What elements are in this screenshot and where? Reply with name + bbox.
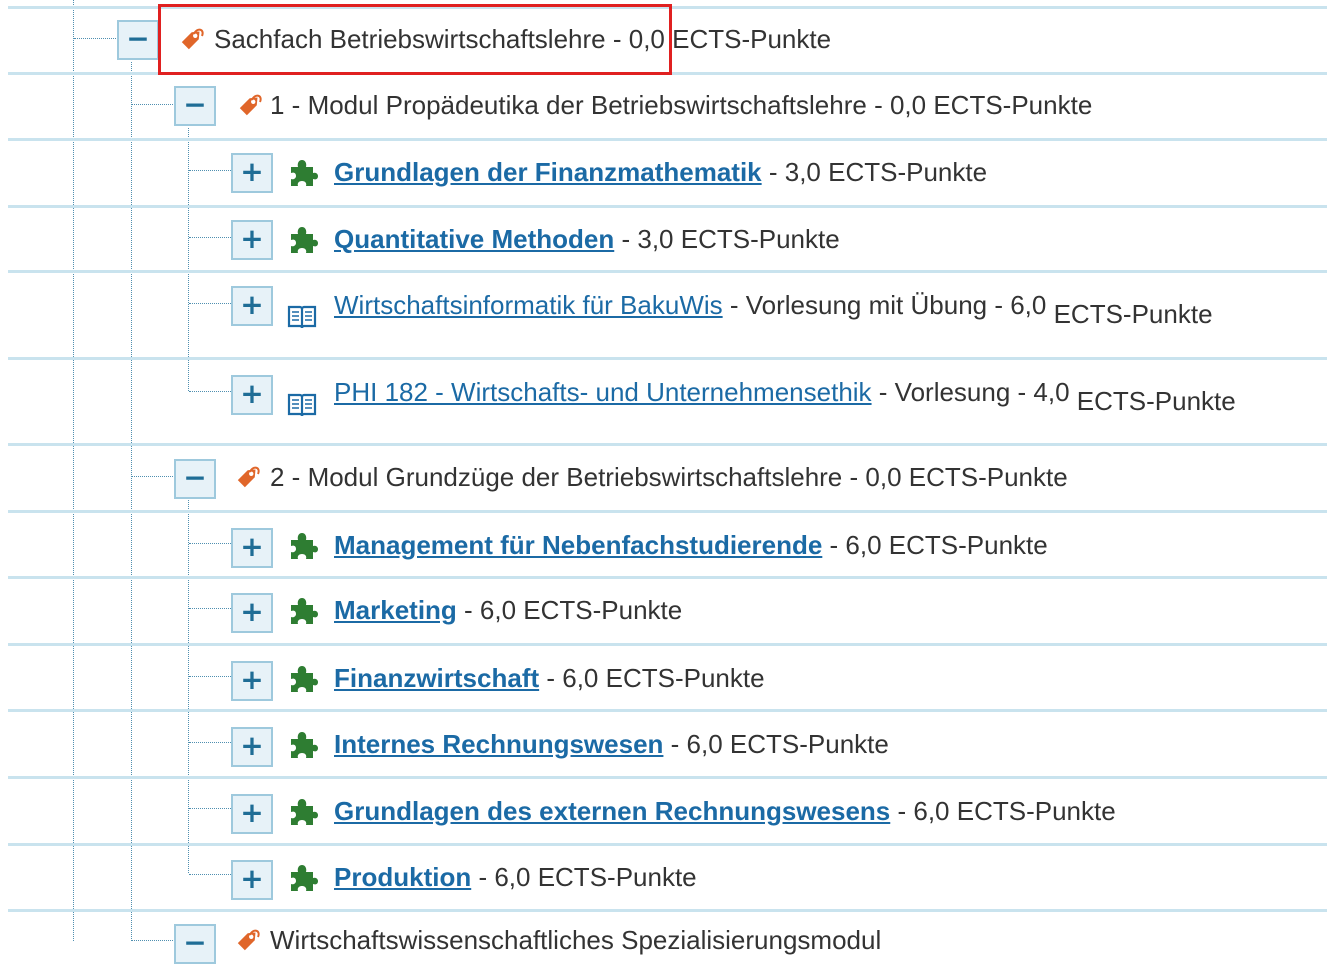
tree-connector <box>132 104 175 105</box>
course-credits: - 6,0 ECTS-Punkte <box>471 862 697 892</box>
expand-button[interactable]: + <box>231 661 273 701</box>
row-separator <box>8 443 1327 446</box>
puzzle-piece-icon <box>291 799 318 825</box>
open-book-icon <box>287 393 317 417</box>
expand-button[interactable]: + <box>231 528 273 568</box>
course-link[interactable]: Wirtschaftsinformatik für BakuWis <box>334 290 723 320</box>
expand-button[interactable]: + <box>231 593 273 633</box>
course-link[interactable]: Grundlagen der Finanzmathematik <box>334 157 762 187</box>
expand-button[interactable]: + <box>231 153 273 193</box>
course-link[interactable]: PHI 182 - Wirtschafts- und Unternehmense… <box>334 377 872 407</box>
course-credits: - 6,0 ECTS-Punkte <box>663 729 889 759</box>
course-link[interactable]: Marketing <box>334 595 457 625</box>
collapse-button[interactable]: − <box>117 20 159 60</box>
collapse-button[interactable]: − <box>174 924 216 964</box>
node-credits: - 0,0 ECTS-Punkte <box>842 462 1068 492</box>
course-credits: - Vorlesung - 4,0 <box>871 377 1070 407</box>
tree-connector <box>189 608 231 609</box>
row-separator <box>8 909 1327 912</box>
tree-node-course: PHI 182 - Wirtschafts- und Unternehmense… <box>334 376 1236 416</box>
row-separator <box>8 709 1327 712</box>
tree-node-course: Marketing - 6,0 ECTS-Punkte <box>334 594 682 626</box>
tree-line-module1 <box>188 128 189 391</box>
puzzle-piece-icon <box>291 227 318 253</box>
collapse-button[interactable]: − <box>174 459 216 499</box>
expand-button[interactable]: + <box>231 286 273 326</box>
puzzle-piece-icon <box>291 865 318 891</box>
tag-icon <box>237 466 260 488</box>
tree-node-course: Produktion - 6,0 ECTS-Punkte <box>334 861 697 893</box>
course-link[interactable]: Grundlagen des externen Rechnungswesens <box>334 796 890 826</box>
row-separator <box>8 643 1327 646</box>
tree-node-module-2: 2 - Modul Grundzüge der Betriebswirtscha… <box>270 461 1068 493</box>
tree-node-course: Quantitative Methoden - 3,0 ECTS-Punkte <box>334 223 840 255</box>
node-label: 1 - Modul Propädeutika der Betriebswirts… <box>270 90 867 120</box>
tree-connector <box>189 808 231 809</box>
row-separator <box>8 138 1327 141</box>
row-separator <box>8 357 1327 360</box>
puzzle-piece-icon <box>291 533 318 559</box>
expand-button[interactable]: + <box>231 794 273 834</box>
collapse-button[interactable]: − <box>174 86 216 126</box>
puzzle-piece-icon <box>291 732 318 758</box>
tree-node-course: Internes Rechnungswesen - 6,0 ECTS-Punkt… <box>334 728 889 760</box>
course-credits: - 6,0 ECTS-Punkte <box>822 530 1048 560</box>
tree-line-level1 <box>131 62 132 941</box>
puzzle-piece-icon <box>291 598 318 624</box>
tree-connector <box>189 874 231 875</box>
puzzle-piece-icon <box>291 666 318 692</box>
tree-connector <box>132 476 175 477</box>
row-separator <box>8 270 1327 273</box>
expand-button[interactable]: + <box>231 727 273 767</box>
tag-icon <box>239 94 262 116</box>
tree-connector <box>189 391 231 392</box>
tree-connector <box>189 676 231 677</box>
course-credits: - Vorlesung mit Übung - 6,0 <box>722 290 1047 320</box>
row-separator <box>8 205 1327 208</box>
tree-line-module2 <box>188 500 189 873</box>
course-credits: - 3,0 ECTS-Punkte <box>614 224 840 254</box>
puzzle-piece-icon <box>291 160 318 186</box>
course-credits: - 6,0 ECTS-Punkte <box>890 796 1116 826</box>
tree-node-course: Grundlagen der Finanzmathematik - 3,0 EC… <box>334 156 987 188</box>
node-credits: - 0,0 ECTS-Punkte <box>866 90 1093 120</box>
course-link[interactable]: Finanzwirtschaft <box>334 663 539 693</box>
tree-node-course: Finanzwirtschaft - 6,0 ECTS-Punkte <box>334 662 765 694</box>
node-label: 2 - Modul Grundzüge der Betriebswirtscha… <box>270 462 843 492</box>
open-book-icon <box>287 305 317 329</box>
tree-node-course: Management für Nebenfachstudierende - 6,… <box>334 529 1048 561</box>
tree-node-course: Wirtschaftsinformatik für BakuWis - Vorl… <box>334 289 1213 329</box>
tree-connector <box>189 742 231 743</box>
node-label: Wirtschaftswissenschaftliches Spezialisi… <box>270 925 882 955</box>
course-link[interactable]: Produktion <box>334 862 471 892</box>
row-separator <box>8 510 1327 513</box>
tree-connector <box>74 38 118 39</box>
course-link[interactable]: Management für Nebenfachstudierende <box>334 530 822 560</box>
row-separator <box>8 576 1327 579</box>
row-separator <box>8 776 1327 779</box>
course-credits: - 6,0 ECTS-Punkte <box>539 663 765 693</box>
course-link[interactable]: Internes Rechnungswesen <box>334 729 663 759</box>
expand-button[interactable]: + <box>231 220 273 260</box>
course-link[interactable]: Quantitative Methoden <box>334 224 614 254</box>
tree-node-module-3: Wirtschaftswissenschaftliches Spezialisi… <box>270 924 881 956</box>
row-separator <box>8 843 1327 846</box>
tree-connector <box>189 303 231 304</box>
tree-connector <box>189 237 231 238</box>
course-credits: - 6,0 ECTS-Punkte <box>456 595 683 625</box>
tree-node-course: Grundlagen des externen Rechnungswesens … <box>334 795 1116 827</box>
tree-line-level0 <box>73 0 74 941</box>
tree-connector <box>189 543 231 544</box>
expand-button[interactable]: + <box>231 860 273 900</box>
tree-connector <box>189 170 231 171</box>
course-credits: - 3,0 ECTS-Punkte <box>761 157 988 187</box>
course-credits-unit: ECTS-Punkte <box>1053 299 1213 329</box>
tree-node-module-1: 1 - Modul Propädeutika der Betriebswirts… <box>270 89 1092 121</box>
selection-highlight <box>158 4 672 75</box>
tag-icon <box>237 929 260 951</box>
course-credits-unit: ECTS-Punkte <box>1076 386 1236 416</box>
expand-button[interactable]: + <box>231 375 273 415</box>
